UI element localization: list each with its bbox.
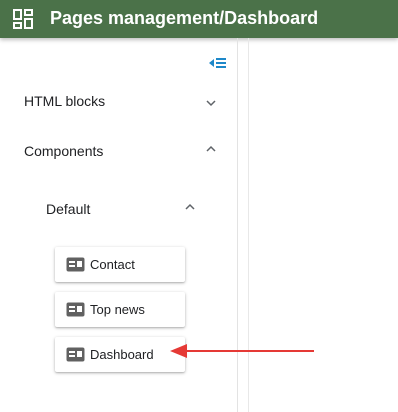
collapse-sidebar-icon[interactable] — [207, 54, 229, 72]
component-card-contact[interactable]: Contact — [55, 247, 185, 282]
sidebar-section-label: Components — [24, 143, 104, 159]
page-title: Pages management/Dashboard — [50, 8, 319, 28]
sidebar-section-components[interactable]: Components — [24, 143, 103, 159]
component-icon — [66, 257, 85, 272]
component-card-label: Dashboard — [90, 347, 154, 362]
component-card-dashboard[interactable]: Dashboard — [55, 337, 185, 372]
app-header: Pages management/Dashboard — [0, 0, 398, 38]
component-card-top-news[interactable]: Top news — [55, 292, 185, 327]
dashboard-grid-icon — [13, 9, 33, 29]
chevron-down-icon[interactable] — [205, 98, 217, 108]
chevron-up-icon[interactable] — [184, 202, 196, 212]
component-card-label: Top news — [90, 302, 145, 317]
component-icon — [66, 302, 85, 317]
chevron-up-icon[interactable] — [205, 144, 217, 154]
component-icon — [66, 347, 85, 362]
annotation-arrow — [170, 344, 314, 358]
sidebar-section-label: HTML blocks — [24, 93, 106, 109]
component-group-default[interactable]: Default — [46, 201, 90, 217]
sidebar-section-html-blocks[interactable]: HTML blocks — [24, 93, 105, 109]
component-group-label: Default — [46, 201, 91, 217]
component-card-label: Contact — [90, 257, 135, 272]
